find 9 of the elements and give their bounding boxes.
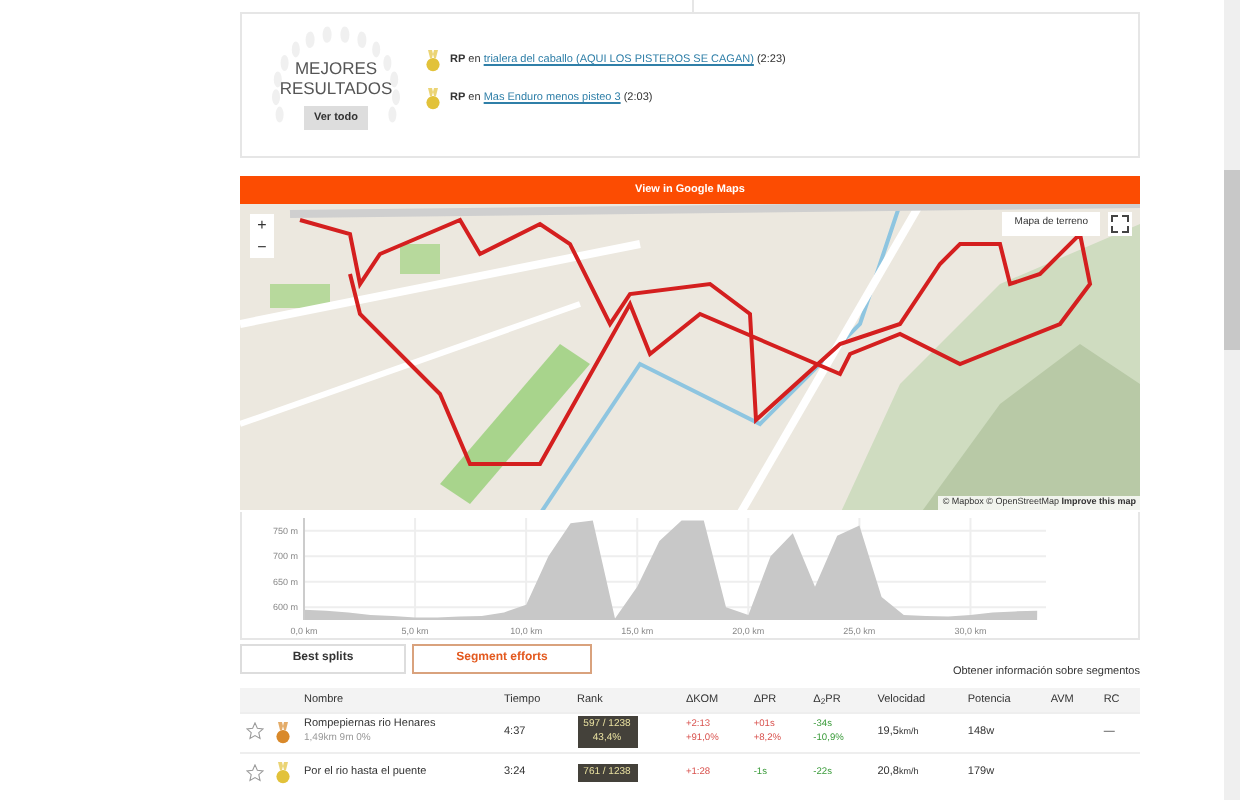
fullscreen-button[interactable] [1108, 212, 1132, 236]
star-icon[interactable] [246, 722, 264, 741]
medal-icon [426, 50, 440, 72]
section-title: MEJORES RESULTADOS [277, 57, 395, 99]
fullscreen-icon [1110, 214, 1130, 234]
medal-icon [426, 88, 440, 110]
scrollbar[interactable] [1224, 0, 1240, 800]
star-icon[interactable] [246, 763, 264, 782]
scrollbar-thumb[interactable] [1224, 170, 1240, 350]
